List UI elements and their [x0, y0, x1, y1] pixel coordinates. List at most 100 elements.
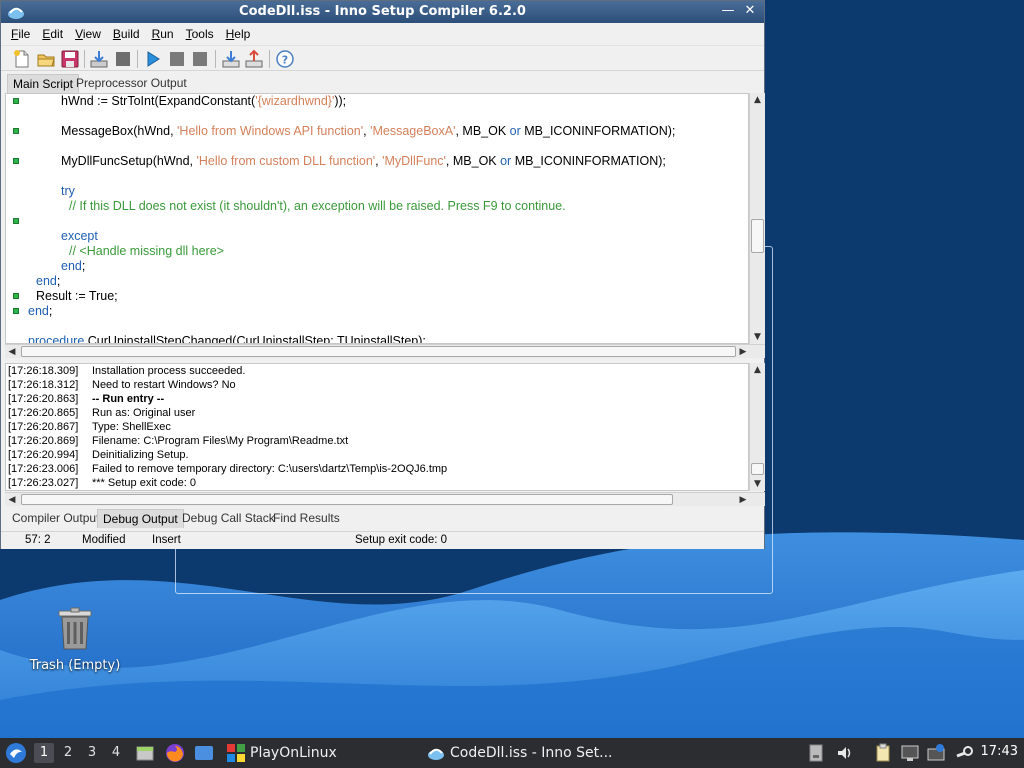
scroll-thumb[interactable] [21, 346, 736, 357]
code-line: except [61, 229, 98, 243]
breakpoint-marker[interactable] [13, 293, 19, 299]
save-icon[interactable] [60, 49, 80, 69]
tab-debug-call-stack[interactable]: Debug Call Stack [177, 509, 280, 528]
open-folder-icon[interactable] [36, 49, 56, 69]
trash-desktop-icon[interactable]: Trash (Empty) [22, 607, 128, 673]
svg-text:?: ? [282, 54, 288, 67]
scroll-thumb[interactable] [751, 219, 764, 253]
tab-preprocessor-output[interactable]: Preprocessor Output [71, 74, 192, 93]
output-horizontal-scrollbar[interactable]: ◀ ▶ [5, 492, 765, 506]
output-line: [17:26:18.312] Need to restart Windows? N… [8, 379, 236, 391]
code-line: end; [61, 259, 86, 273]
output-line: [17:26:20.867] Type: ShellExec [8, 421, 171, 433]
volume-icon[interactable] [836, 744, 854, 762]
toolbar: ? [1, 45, 764, 71]
scroll-left-arrow[interactable]: ◀ [5, 493, 19, 507]
output-vertical-scrollbar[interactable]: ▲ ▼ [749, 363, 765, 491]
clipboard-icon[interactable] [874, 743, 892, 763]
terminate-icon[interactable] [190, 49, 210, 69]
clock[interactable]: 17:43 [981, 744, 1018, 759]
network-icon[interactable] [926, 743, 946, 763]
compile-icon[interactable] [89, 49, 109, 69]
scroll-down-arrow[interactable]: ▼ [750, 330, 765, 344]
breakpoint-marker[interactable] [13, 98, 19, 104]
title-bar[interactable]: CodeDll.iss - Inno Setup Compiler 6.2.0 … [1, 1, 764, 23]
steam-icon[interactable] [955, 744, 975, 762]
workspace-4[interactable]: 4 [106, 743, 126, 763]
menu-view[interactable]: View [69, 25, 107, 45]
minimize-button[interactable]: — [720, 3, 736, 19]
editor-tabs: Main Script Preprocessor Output [1, 74, 764, 93]
editor-horizontal-scrollbar[interactable]: ◀ ▶ [5, 344, 765, 358]
code-editor[interactable]: hWnd := StrToInt(ExpandConstant('{wizard… [5, 93, 749, 344]
menu-file[interactable]: File [5, 25, 36, 45]
code-line: // <Handle missing dll here> [69, 244, 224, 258]
scroll-right-arrow[interactable]: ▶ [736, 345, 750, 359]
close-button[interactable]: ✕ [742, 3, 758, 19]
tab-main-script[interactable]: Main Script [7, 74, 80, 93]
taskbar-playonlinux[interactable]: PlayOnLinux [226, 738, 337, 768]
debug-output-panel[interactable]: [17:26:18.309] Installation process succe… [5, 363, 749, 491]
output-line: [17:26:18.309] Installation process succe… [8, 365, 246, 377]
status-message: Setup exit code: 0 [355, 534, 448, 546]
playonlinux-label: PlayOnLinux [250, 745, 337, 761]
output-line: [17:26:20.869] Filename: C:\Program Files… [8, 435, 349, 447]
toolbar-separator [269, 50, 270, 68]
breakpoint-marker[interactable] [13, 158, 19, 164]
output-line: [17:26:23.006] Failed to remove temporary… [8, 463, 448, 475]
workspace-1[interactable]: 1 [34, 743, 54, 763]
code-line: MessageBox(hWnd, 'Hello from Windows API… [6, 124, 748, 139]
cursor-position: 57: 2 [25, 534, 51, 546]
scroll-thumb[interactable] [751, 463, 764, 475]
scroll-thumb[interactable] [21, 494, 673, 505]
start-menu-icon[interactable] [5, 742, 27, 764]
target-uninstall-icon[interactable] [244, 49, 264, 69]
taskbar-inno-setup[interactable]: CodeDll.iss - Inno Set... [427, 738, 613, 768]
status-bar: 57: 2 Modified Insert Setup exit code: 0 [1, 531, 764, 549]
file-manager-icon[interactable] [135, 743, 155, 763]
desktop-icon[interactable] [194, 744, 214, 762]
pause-icon[interactable] [167, 49, 187, 69]
workspace-2[interactable]: 2 [58, 743, 78, 763]
breakpoint-marker[interactable] [13, 128, 19, 134]
firefox-icon[interactable] [164, 742, 186, 764]
run-icon[interactable] [143, 49, 163, 69]
scroll-up-arrow[interactable]: ▲ [750, 93, 765, 107]
tab-compiler-output[interactable]: Compiler Output [7, 509, 104, 528]
help-icon[interactable]: ? [275, 49, 295, 69]
trash-icon [58, 607, 92, 650]
workspace-3[interactable]: 3 [82, 743, 102, 763]
inno-task-label: CodeDll.iss - Inno Set... [450, 745, 613, 761]
stop-compile-icon[interactable] [113, 49, 133, 69]
trash-label: Trash (Empty) [29, 658, 121, 673]
menu-edit[interactable]: Edit [36, 25, 69, 45]
breakpoint-marker[interactable] [13, 308, 19, 314]
menu-tools[interactable]: Tools [180, 25, 220, 45]
code-line: MyDllFuncSetup(hWnd, 'Hello from custom … [6, 154, 748, 169]
code-line [6, 214, 748, 229]
scroll-left-arrow[interactable]: ◀ [5, 345, 19, 359]
menu-run[interactable]: Run [146, 25, 180, 45]
editor-vertical-scrollbar[interactable]: ▲ ▼ [749, 93, 765, 344]
target-setup-icon[interactable] [221, 49, 241, 69]
scroll-right-arrow[interactable]: ▶ [736, 493, 750, 507]
storage-icon[interactable] [808, 743, 824, 763]
code-line: end; [6, 304, 748, 319]
scroll-down-arrow[interactable]: ▼ [750, 477, 765, 491]
output-line: [17:26:20.863] -- Run entry -- [8, 393, 165, 405]
code-line: hWnd := StrToInt(ExpandConstant('{wizard… [6, 94, 748, 109]
insert-mode: Insert [152, 534, 181, 546]
inno-setup-app-icon [428, 748, 444, 760]
new-file-icon[interactable] [12, 49, 32, 69]
modified-indicator: Modified [82, 534, 126, 546]
code-line: end; [36, 274, 61, 288]
tab-find-results[interactable]: Find Results [268, 509, 345, 528]
scroll-up-arrow[interactable]: ▲ [750, 363, 765, 377]
menu-build[interactable]: Build [107, 25, 146, 45]
display-icon[interactable] [900, 744, 920, 762]
tab-debug-output[interactable]: Debug Output [97, 509, 184, 528]
playonlinux-icon [227, 744, 245, 762]
menu-help[interactable]: Help [220, 25, 257, 45]
breakpoint-marker[interactable] [13, 218, 19, 224]
